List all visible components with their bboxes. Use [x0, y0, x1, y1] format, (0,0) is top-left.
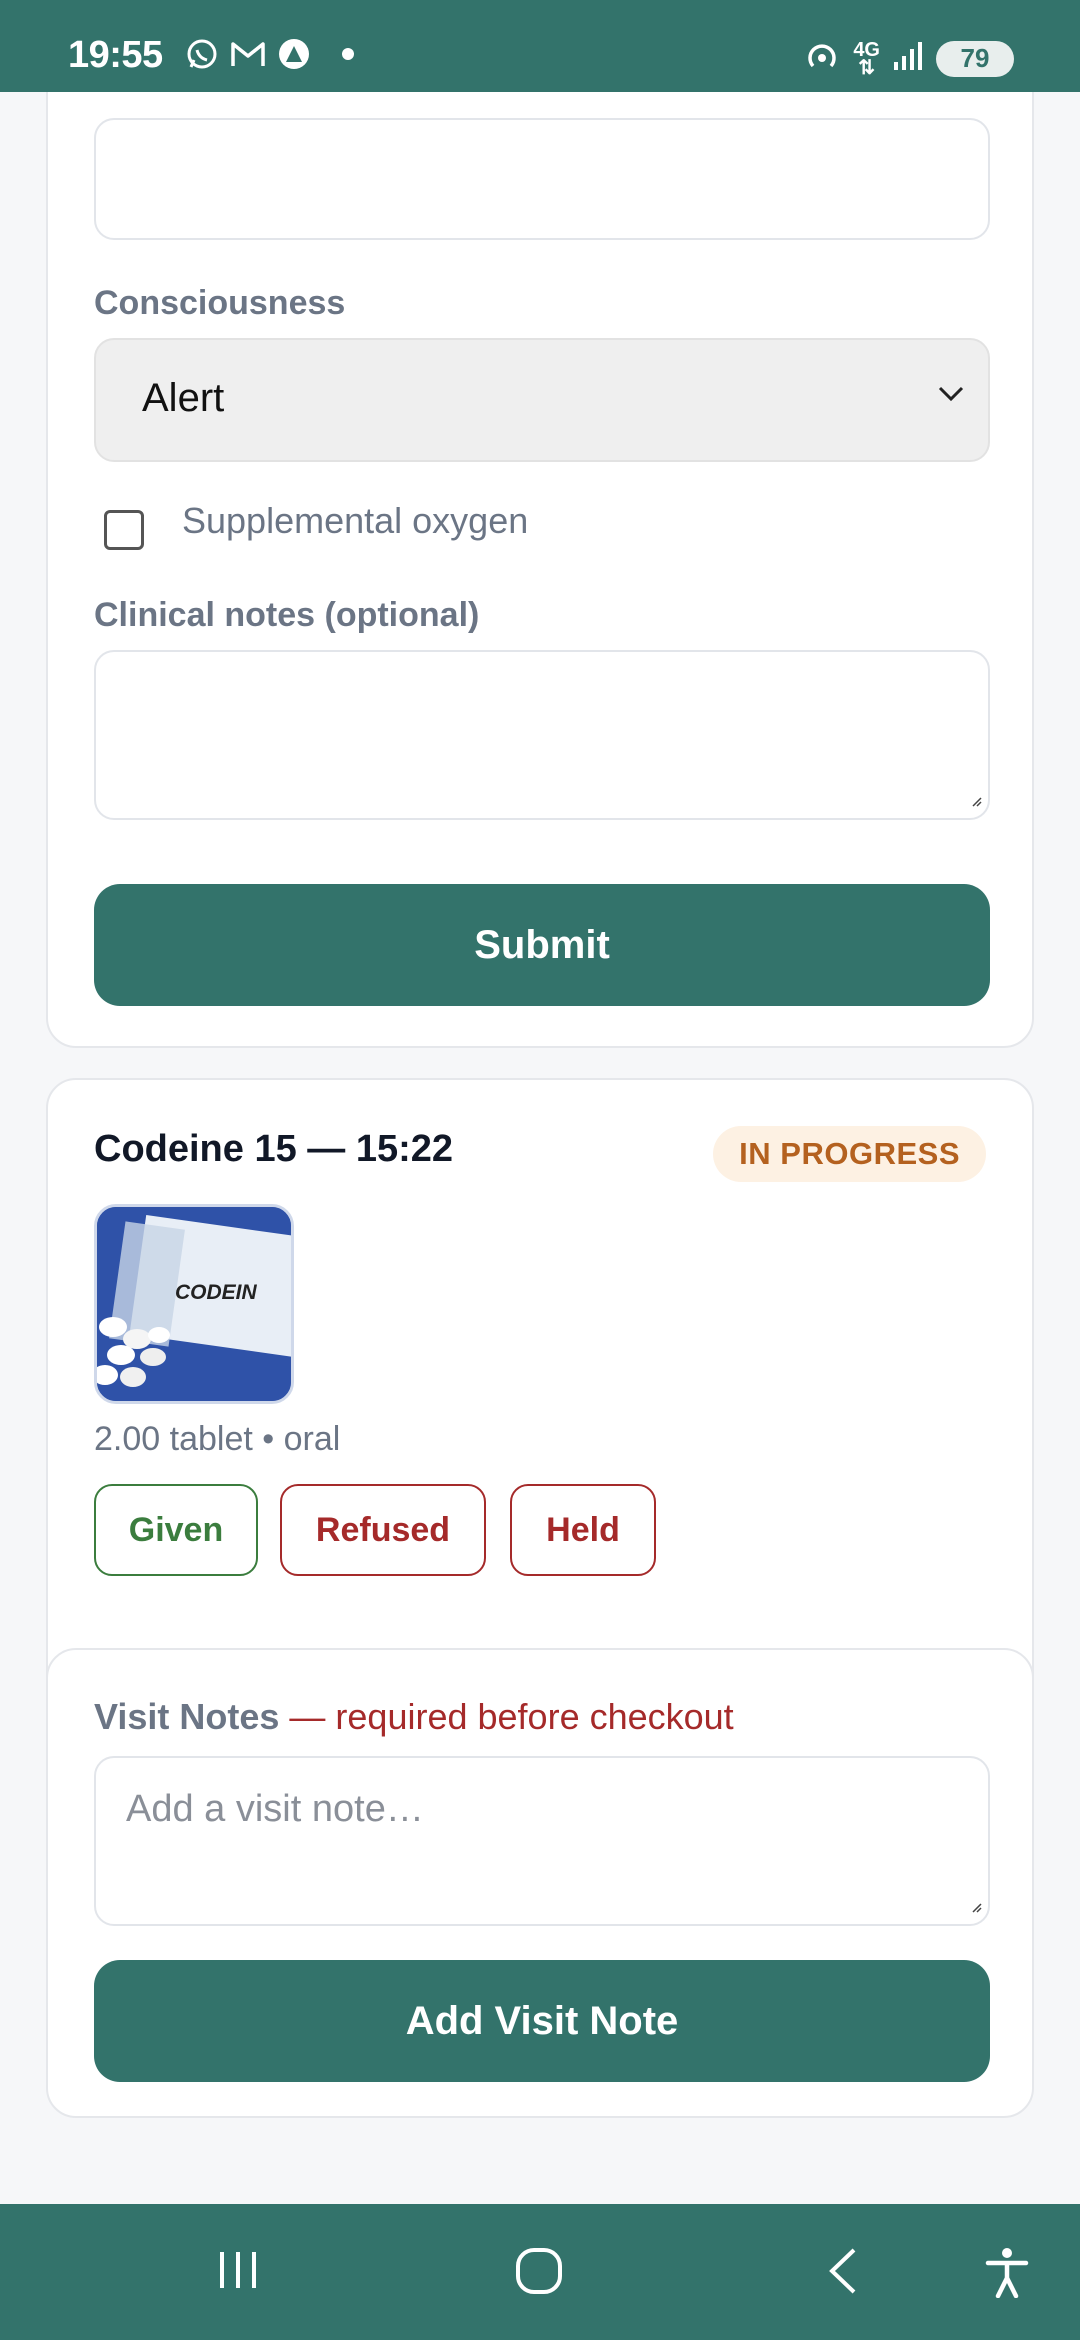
medication-dose: 2.00 tablet • oral [94, 1420, 341, 1458]
medication-card: Codeine 15 — 15:22 IN PROGRESS CODEIN 2.… [46, 1078, 1034, 1710]
medication-title: Codeine 15 — 15:22 [94, 1128, 454, 1170]
home-icon[interactable] [514, 2246, 564, 2301]
app-icon [276, 36, 312, 72]
notification-dot [342, 48, 354, 60]
main-content[interactable]: Consciousness Alert Supplemental oxygen … [0, 92, 1080, 2204]
accessibility-icon[interactable] [984, 2246, 1030, 2303]
battery-level: 79 [960, 43, 990, 73]
gmail-icon [230, 36, 266, 72]
signal-icon [892, 40, 924, 77]
held-button[interactable]: Held [510, 1484, 656, 1576]
status-time: 19:55 [68, 34, 163, 76]
clinical-notes-textarea[interactable] [94, 650, 990, 820]
refused-button[interactable]: Refused [280, 1484, 486, 1576]
chevron-down-icon [936, 384, 966, 409]
resize-handle-icon[interactable] [970, 794, 982, 812]
visit-notes-heading: Visit Notes — required before checkout [94, 1696, 734, 1738]
clinical-notes-label: Clinical notes (optional) [94, 596, 480, 634]
given-button[interactable]: Given [94, 1484, 258, 1576]
vitals-input-field[interactable] [94, 118, 990, 240]
visit-notes-title: Visit Notes [94, 1696, 280, 1737]
network-type: 4G ⇅ [853, 38, 880, 79]
supplemental-oxygen-checkbox[interactable] [104, 510, 144, 550]
supplemental-oxygen-label[interactable]: Supplemental oxygen [182, 500, 528, 542]
hotspot-icon [803, 38, 841, 79]
resize-handle-icon[interactable] [970, 1900, 982, 1918]
consciousness-value: Alert [142, 376, 225, 420]
visit-note-textarea[interactable]: Add a visit note… [94, 1756, 990, 1926]
visit-notes-required: — required before checkout [289, 1696, 734, 1737]
medication-image-label: CODEIN [175, 1281, 258, 1304]
recent-apps-icon[interactable] [214, 2246, 262, 2299]
status-bar: 19:55 4G ⇅ 79 [0, 0, 1080, 92]
navigation-bar [0, 2204, 1080, 2340]
consciousness-select[interactable]: Alert [94, 338, 990, 462]
vitals-form-card: Consciousness Alert Supplemental oxygen … [46, 92, 1034, 1048]
status-badge: IN PROGRESS [713, 1126, 986, 1182]
medication-image[interactable]: CODEIN [94, 1204, 294, 1404]
back-icon[interactable] [822, 2246, 862, 2301]
add-visit-note-button[interactable]: Add Visit Note [94, 1960, 990, 2082]
whatsapp-icon [184, 36, 220, 72]
visit-note-placeholder: Add a visit note… [126, 1788, 424, 1830]
visit-notes-card: Visit Notes — required before checkout A… [46, 1648, 1034, 2118]
submit-button[interactable]: Submit [94, 884, 990, 1006]
consciousness-label: Consciousness [94, 284, 346, 322]
battery-icon: 79 [936, 40, 1014, 77]
